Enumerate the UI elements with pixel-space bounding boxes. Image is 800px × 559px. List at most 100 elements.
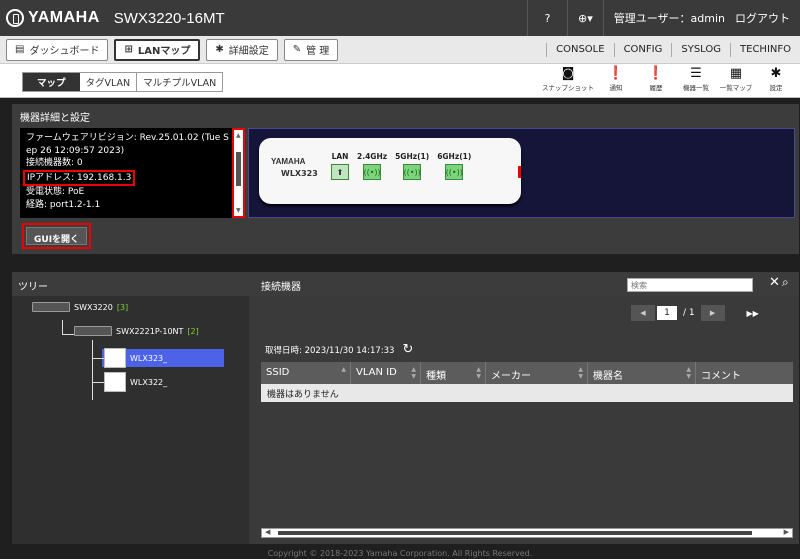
snapshot-button[interactable]: ◙ スナップショット bbox=[540, 66, 596, 92]
sort-icon: ▲ ▼ bbox=[686, 366, 691, 380]
alert-icon: ❗ bbox=[607, 66, 625, 81]
fetch-timestamp: 取得日時: 2023/11/30 14:17:33 ↻ bbox=[265, 342, 414, 357]
info-scrollbar[interactable]: ▲ ▼ bbox=[232, 128, 245, 218]
column-type[interactable]: 種類 ▲ ▼ bbox=[421, 362, 486, 384]
wireless-icon: ((•)) bbox=[403, 164, 422, 180]
tree-node-wlx323[interactable]: WLX323_ bbox=[104, 348, 167, 368]
device-detail-panel: 機器詳細と設定 ファームウェアリビジョン: Rev.25.01.02 (Tue … bbox=[12, 104, 799, 254]
tree-node-swx3220[interactable]: SWX3220 [3] bbox=[32, 302, 128, 312]
model-name: SWX3220-16MT bbox=[113, 9, 225, 27]
subtab-multiple-vlan[interactable]: マルチプルVLAN bbox=[136, 73, 223, 91]
device-brand: YAMAHA bbox=[271, 157, 306, 166]
list-map-button[interactable]: ▦ 一覧マップ bbox=[716, 66, 756, 92]
page-number[interactable]: 1 bbox=[657, 306, 677, 320]
column-maker[interactable]: メーカー ▲ ▼ bbox=[486, 362, 588, 384]
brand-name: YAMAHA bbox=[28, 9, 100, 26]
scroll-thumb[interactable] bbox=[236, 152, 241, 186]
connected-count-line: 接続機器数: 0 bbox=[26, 158, 83, 168]
globe-icon: ⊕▾ bbox=[578, 11, 593, 25]
scroll-right-icon[interactable]: ▶ bbox=[784, 528, 789, 536]
gear-icon: ✱ bbox=[215, 44, 224, 55]
access-point-icon bbox=[104, 372, 126, 392]
port-lan: LAN ⬆ bbox=[331, 152, 349, 180]
top-bar: YAMAHA SWX3220-16MT ? ⊕▾ 管理ユーザー：admin ログ… bbox=[0, 0, 800, 36]
column-ssid[interactable]: SSID ▲ bbox=[261, 362, 351, 384]
tab-dashboard[interactable]: ▤ ダッシュボード bbox=[6, 38, 109, 61]
device-model: WLX323 bbox=[281, 169, 318, 178]
column-vlan-id[interactable]: VLAN ID ▲ ▼ bbox=[351, 362, 421, 384]
search-icon[interactable]: ⌕ bbox=[782, 275, 789, 290]
camera-icon: ◙ bbox=[561, 66, 575, 81]
device-tree: SWX3220 [3] SWX2221P-10NT [2] WLX323_ WLX3… bbox=[12, 296, 249, 544]
empty-row: 機器はありません bbox=[261, 384, 793, 402]
subtab-map[interactable]: マップ bbox=[23, 73, 80, 91]
column-device-name[interactable]: 機器名 ▲ ▼ bbox=[588, 362, 696, 384]
scroll-up-icon[interactable]: ▲ bbox=[236, 132, 241, 139]
lan-map-icon: ⊞ bbox=[124, 44, 133, 55]
scroll-thumb[interactable] bbox=[278, 531, 752, 535]
help-button[interactable]: ? bbox=[527, 0, 567, 36]
techinfo-link[interactable]: TECHINFO bbox=[730, 43, 800, 57]
status-led bbox=[518, 166, 521, 178]
tree-title: ツリー bbox=[12, 272, 249, 296]
lan-up-icon: ⬆ bbox=[331, 164, 349, 180]
port-6ghz: 6GHz(1) ((•)) bbox=[437, 152, 471, 180]
history-button[interactable]: ❗ 履歴 bbox=[636, 66, 676, 92]
wrench-icon: ✎ bbox=[292, 44, 302, 55]
settings-button[interactable]: ✱ 設定 bbox=[756, 66, 796, 92]
console-link[interactable]: CONSOLE bbox=[546, 43, 613, 57]
logout-link[interactable]: ログアウト bbox=[735, 0, 800, 36]
list-icon: ☰ bbox=[690, 66, 702, 81]
sort-icon: ▲ ▼ bbox=[411, 366, 416, 380]
device-list-button[interactable]: ☰ 機器一覧 bbox=[676, 66, 716, 92]
refresh-icon[interactable]: ↻ bbox=[402, 342, 413, 357]
horizontal-scrollbar[interactable]: ◀ ▶ bbox=[261, 528, 793, 538]
tab-management[interactable]: ✎ 管 理 bbox=[283, 38, 339, 61]
pagination: ◀ 1 / 1 ▶ ▶▶ bbox=[631, 305, 765, 321]
tree-line bbox=[92, 358, 104, 359]
gear-icon: ✱ bbox=[770, 66, 782, 81]
notification-button[interactable]: ❗ 通知 bbox=[596, 66, 636, 92]
connected-devices-table: SSID ▲ VLAN ID ▲ ▼ 種類 ▲ ▼ メーカー ▲ ▼ 機器名 ▲ ▼ コメント 機… bbox=[261, 362, 793, 402]
map-subtabs: マップ タグVLAN マルチプルVLAN bbox=[22, 72, 224, 92]
table-header: SSID ▲ VLAN ID ▲ ▼ 種類 ▲ ▼ メーカー ▲ ▼ 機器名 ▲ ▼ コメント bbox=[261, 362, 793, 384]
yamaha-logo: YAMAHA bbox=[0, 9, 100, 27]
subtab-tag-vlan[interactable]: タグVLAN bbox=[79, 73, 137, 91]
document-icon: ▦ bbox=[729, 66, 743, 81]
access-point-image: YAMAHA WLX323 LAN ⬆ 2.4GHz ((•)) 5GHz(1)((… bbox=[259, 138, 521, 204]
next-page-button[interactable]: ▶ bbox=[700, 305, 725, 321]
panel-title: 機器詳細と設定 bbox=[20, 113, 90, 124]
tree-line bbox=[62, 320, 63, 334]
port-5ghz: 5GHz(1) ((•)) bbox=[395, 152, 429, 180]
tree-node-wlx322[interactable]: WLX322_ bbox=[104, 372, 167, 392]
config-link[interactable]: CONFIG bbox=[613, 43, 672, 57]
scroll-down-icon[interactable]: ▼ bbox=[236, 207, 241, 214]
scroll-left-icon[interactable]: ◀ bbox=[265, 528, 270, 536]
tree-line bbox=[62, 334, 74, 335]
device-image-area: YAMAHA WLX323 LAN ⬆ 2.4GHz ((•)) 5GHz(1)((… bbox=[248, 128, 795, 218]
language-dropdown[interactable]: ⊕▾ bbox=[567, 0, 603, 36]
firmware-date-line: ep 26 12:09:57 2023) bbox=[26, 145, 125, 156]
access-point-icon bbox=[104, 348, 126, 368]
tab-lan-map[interactable]: ⊞ LANマップ bbox=[114, 38, 201, 61]
copyright-footer: Copyright © 2018-2023 Yamaha Corporation… bbox=[267, 549, 533, 558]
search-input[interactable] bbox=[627, 278, 753, 292]
wireless-icon: ((•)) bbox=[445, 164, 464, 180]
tab-detailed-settings[interactable]: ✱ 詳細設定 bbox=[206, 38, 278, 61]
main-tabs: ▤ ダッシュボード ⊞ LANマップ ✱ 詳細設定 ✎ 管 理 CONSOLE CONF… bbox=[0, 36, 800, 64]
yamaha-tuning-fork-icon bbox=[6, 9, 24, 27]
last-page-button[interactable]: ▶▶ bbox=[741, 305, 765, 321]
syslog-link[interactable]: SYSLOG bbox=[671, 43, 730, 57]
clear-search-icon[interactable]: ✕ bbox=[769, 275, 780, 290]
prev-page-button[interactable]: ◀ bbox=[631, 305, 655, 321]
tree-node-swx2221p[interactable]: SWX2221P-10NT [2] bbox=[74, 326, 199, 336]
route-line: 経路: port1.2-1.1 bbox=[26, 199, 101, 210]
column-comment[interactable]: コメント bbox=[696, 362, 793, 384]
device-info-box: ファームウェアリビジョン: Rev.25.01.02 (Tue S ep 26 … bbox=[20, 128, 245, 218]
open-gui-button[interactable]: GUIを開く bbox=[26, 227, 88, 245]
port-24ghz: 2.4GHz ((•)) bbox=[357, 152, 387, 180]
open-gui-button-frame: GUIを開く bbox=[22, 223, 92, 249]
ip-address-line: IPアドレス: 192.168.1.3 bbox=[23, 169, 136, 186]
history-icon: ❗ bbox=[647, 66, 665, 81]
switch-icon bbox=[74, 326, 112, 336]
